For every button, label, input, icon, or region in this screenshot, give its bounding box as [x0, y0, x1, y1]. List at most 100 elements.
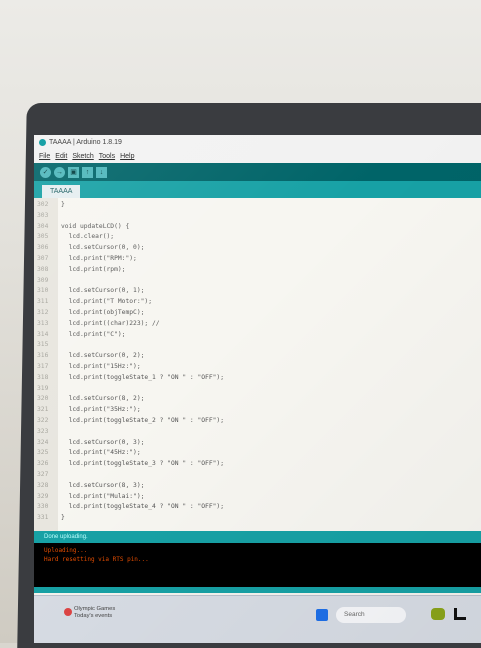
line-number: 331	[37, 514, 49, 522]
line-number: 317	[37, 363, 49, 370]
console-line: Uploading...	[44, 547, 88, 554]
line-number: 328	[37, 481, 49, 489]
code-text: lcd.print((char)223); //	[61, 319, 160, 327]
app-tray-icon[interactable]	[431, 608, 445, 620]
code-text: lcd.print("C");	[61, 330, 126, 338]
code-line[interactable]: 329 lcd.print("Mulai:");	[34, 492, 481, 502]
code-text: lcd.setCursor(8, 3);	[61, 481, 145, 489]
weather-widget-icon[interactable]	[64, 608, 72, 616]
line-number: 305	[37, 233, 49, 241]
line-number: 311	[37, 298, 49, 306]
window-titlebar: TAAAA | Arduino 1.8.19	[34, 135, 481, 150]
code-text: lcd.print("RPM:");	[61, 255, 137, 262]
line-number: 304	[37, 222, 49, 230]
line-number: 323	[37, 427, 49, 435]
code-line[interactable]: 309	[34, 276, 481, 286]
line-number: 307	[37, 255, 49, 262]
line-number: 324	[37, 438, 49, 446]
weather-line-1: Olympic Games	[74, 606, 116, 612]
weather-line-2: Today's events	[74, 613, 113, 619]
code-line[interactable]: 306 lcd.setCursor(0, 0);	[34, 243, 481, 253]
new-icon[interactable]: ▣	[68, 166, 79, 178]
window-title: TAAAA | Arduino 1.8.19	[49, 139, 122, 146]
upload-icon[interactable]: →	[54, 166, 65, 178]
tab-bar: TAAAA	[34, 181, 481, 198]
code-line[interactable]: 319	[34, 384, 481, 394]
windows-taskbar: Olympic Games Today's events Search	[34, 595, 481, 643]
weather-widget-text[interactable]: Olympic Games Today's events	[74, 606, 115, 620]
code-line[interactable]: 326 lcd.print(toggleState_3 ? "ON " : "O…	[34, 459, 481, 469]
code-text: lcd.print("15Hz:");	[61, 363, 141, 370]
code-line[interactable]: 318 lcd.print(toggleState_1 ? "ON " : "O…	[34, 373, 481, 383]
laptop-screen: TAAAA | Arduino 1.8.19 File Edit Sketch …	[34, 135, 481, 643]
code-line[interactable]: 307 lcd.print("RPM:");	[34, 254, 481, 264]
code-text: lcd.setCursor(0, 3);	[61, 438, 145, 446]
code-text: lcd.print("45Hz:");	[61, 449, 141, 457]
menu-help[interactable]: Help	[120, 153, 134, 160]
menu-bar: File Edit Sketch Tools Help	[34, 150, 481, 163]
code-line[interactable]: 312 lcd.print(objTempC);	[34, 308, 481, 318]
code-text: lcd.print("35Hz:");	[61, 406, 141, 414]
code-line[interactable]: 304 void updateLCD() {	[34, 222, 481, 232]
code-text: }	[61, 514, 65, 522]
code-text: }	[61, 201, 65, 208]
code-text: lcd.setCursor(0, 2);	[61, 352, 145, 360]
open-icon[interactable]: ↑	[82, 166, 93, 178]
code-line[interactable]: 327	[34, 470, 481, 480]
arduino-logo-icon	[39, 139, 46, 146]
code-line[interactable]: 316 lcd.setCursor(0, 2);	[34, 351, 481, 361]
code-line[interactable]: 331}	[34, 513, 481, 523]
code-line[interactable]: 321 lcd.print("35Hz:");	[34, 405, 481, 415]
code-line[interactable]: 303	[34, 211, 481, 221]
line-number: 322	[37, 417, 49, 424]
code-line[interactable]: 322 lcd.print(toggleState_2 ? "ON " : "O…	[34, 416, 481, 426]
save-icon[interactable]: ↓	[96, 166, 107, 178]
toolbar: ✓ → ▣ ↑ ↓	[34, 163, 481, 181]
code-line[interactable]: 320 lcd.setCursor(8, 2);	[34, 394, 481, 404]
code-line[interactable]: 328 lcd.setCursor(8, 3);	[34, 481, 481, 491]
code-text: lcd.print(toggleState_3 ? "ON " : "OFF")…	[61, 460, 225, 468]
menu-tools[interactable]: Tools	[99, 153, 115, 160]
line-number: 316	[37, 352, 49, 360]
code-line[interactable]: 317 lcd.print("15Hz:");	[34, 362, 481, 372]
code-line[interactable]: 324 lcd.setCursor(0, 3);	[34, 438, 481, 448]
line-number: 326	[37, 460, 49, 468]
line-number: 329	[37, 492, 49, 500]
line-number: 314	[37, 330, 49, 338]
code-text: lcd.setCursor(8, 2);	[61, 395, 145, 403]
code-text: lcd.print(toggleState_1 ? "ON " : "OFF")…	[61, 373, 225, 381]
code-text: lcd.print(rpm);	[61, 265, 126, 273]
code-line[interactable]: 323	[34, 427, 481, 437]
line-number: 306	[37, 244, 49, 252]
code-line[interactable]: 314 lcd.print("C");	[34, 330, 481, 340]
line-number: 310	[37, 287, 49, 295]
line-number: 318	[37, 373, 49, 381]
code-text: lcd.print(toggleState_2 ? "ON " : "OFF")…	[61, 417, 225, 424]
code-line[interactable]: 330 lcd.print(toggleState_4 ? "ON " : "O…	[34, 502, 481, 512]
code-line[interactable]: 315	[34, 340, 481, 350]
line-number: 325	[37, 449, 49, 457]
line-number: 320	[37, 395, 49, 403]
code-line[interactable]: 311 lcd.print("T Motor:");	[34, 297, 481, 307]
code-editor[interactable]: 302} 303 304 void updateLCD() {305 lcd.clea…	[34, 198, 481, 531]
code-text: lcd.clear();	[61, 233, 115, 241]
menu-edit[interactable]: Edit	[55, 153, 67, 160]
line-number: 312	[37, 309, 49, 316]
code-line[interactable]: 325 lcd.print("45Hz:");	[34, 448, 481, 458]
code-text: lcd.print(toggleState_4 ? "ON " : "OFF")…	[61, 503, 225, 511]
app-tray-icon-2[interactable]	[454, 608, 466, 620]
line-number: 309	[37, 276, 49, 284]
tab-taaaa[interactable]: TAAAA	[42, 185, 81, 198]
start-menu-icon[interactable]	[316, 609, 328, 621]
menu-file[interactable]: File	[39, 153, 50, 160]
status-bar: Done uploading.	[34, 531, 481, 543]
taskbar-search[interactable]: Search	[336, 607, 406, 623]
line-number: 327	[37, 471, 49, 478]
code-line[interactable]: 302}	[34, 200, 481, 210]
code-line[interactable]: 310 lcd.setCursor(0, 1);	[34, 286, 481, 296]
verify-icon[interactable]: ✓	[40, 166, 51, 178]
menu-sketch[interactable]: Sketch	[72, 153, 93, 160]
code-line[interactable]: 308 lcd.print(rpm);	[34, 265, 481, 275]
code-line[interactable]: 305 lcd.clear();	[34, 232, 481, 242]
code-line[interactable]: 313 lcd.print((char)223); //	[34, 319, 481, 329]
